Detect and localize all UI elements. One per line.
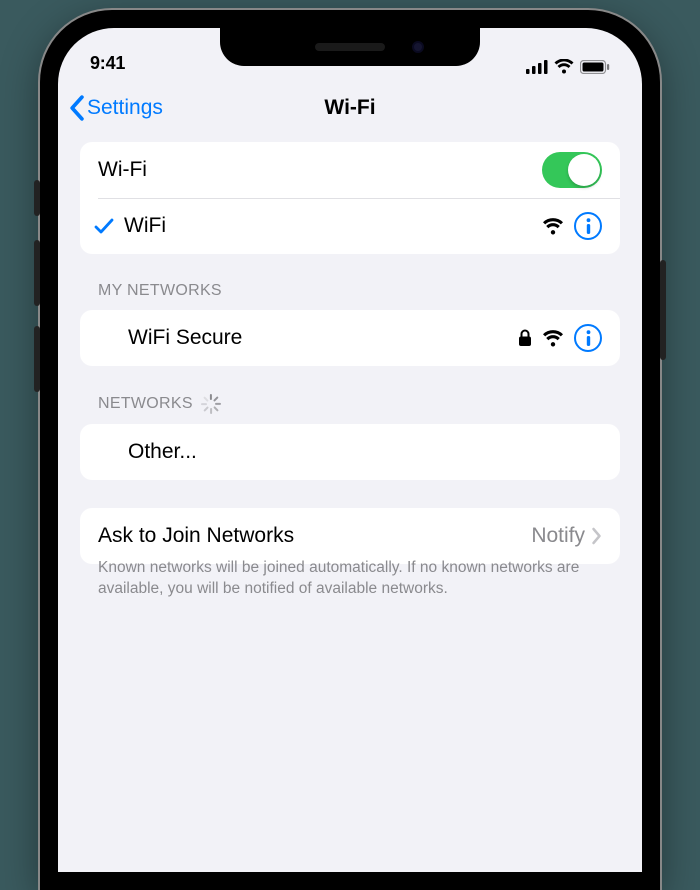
battery-icon	[580, 60, 610, 74]
phone-frame: 9:41	[40, 10, 660, 890]
connected-network-row[interactable]: WiFi	[80, 198, 620, 254]
wifi-switch[interactable]	[542, 152, 602, 188]
screen: 9:41	[58, 28, 642, 872]
volume-down-button	[34, 326, 40, 392]
connected-network-name: WiFi	[124, 214, 542, 238]
ask-to-join-group: Ask to Join Networks Notify	[80, 508, 620, 564]
page-title: Wi-Fi	[324, 96, 375, 120]
back-label: Settings	[87, 96, 163, 120]
cellular-signal-icon	[526, 60, 548, 74]
status-icons	[526, 59, 610, 74]
content: Wi-Fi WiFi	[58, 136, 642, 600]
networks-header-label: NETWORKS	[98, 395, 193, 413]
ask-to-join-footer: Known networks will be joined automatica…	[80, 558, 620, 600]
power-button	[660, 260, 666, 360]
wifi-toggle-label: Wi-Fi	[98, 158, 542, 182]
info-icon[interactable]	[574, 324, 602, 352]
back-button[interactable]: Settings	[68, 95, 163, 121]
network-row[interactable]: WiFi Secure	[80, 310, 620, 366]
chevron-left-icon	[68, 95, 85, 121]
navigation-bar: Settings Wi-Fi	[58, 80, 642, 136]
my-networks-group: WiFi Secure	[80, 310, 620, 366]
my-networks-header: MY NETWORKS	[80, 282, 620, 310]
lock-icon	[518, 329, 532, 347]
networks-group: Other...	[80, 424, 620, 480]
switch-knob	[568, 154, 600, 186]
chevron-right-icon	[591, 527, 602, 545]
info-icon[interactable]	[574, 212, 602, 240]
ask-to-join-row[interactable]: Ask to Join Networks Notify	[80, 508, 620, 564]
my-networks-header-label: MY NETWORKS	[98, 282, 222, 300]
network-name: WiFi Secure	[128, 326, 518, 350]
front-camera	[412, 41, 424, 53]
wifi-toggle-group: Wi-Fi WiFi	[80, 142, 620, 254]
wifi-status-icon	[554, 59, 574, 74]
wifi-signal-icon	[542, 330, 564, 347]
checkmark-icon	[94, 217, 114, 235]
wifi-signal-icon	[542, 218, 564, 235]
status-time: 9:41	[90, 53, 125, 74]
ask-to-join-value: Notify	[531, 524, 585, 548]
networks-header: NETWORKS	[80, 394, 620, 424]
other-network-label: Other...	[128, 440, 602, 464]
wifi-toggle-row[interactable]: Wi-Fi	[80, 142, 620, 198]
ask-to-join-label: Ask to Join Networks	[98, 524, 531, 548]
volume-up-button	[34, 240, 40, 306]
mute-switch	[34, 180, 40, 216]
speaker-grille	[315, 43, 385, 51]
other-network-row[interactable]: Other...	[80, 424, 620, 480]
notch	[220, 28, 480, 66]
spinner-icon	[201, 394, 221, 414]
